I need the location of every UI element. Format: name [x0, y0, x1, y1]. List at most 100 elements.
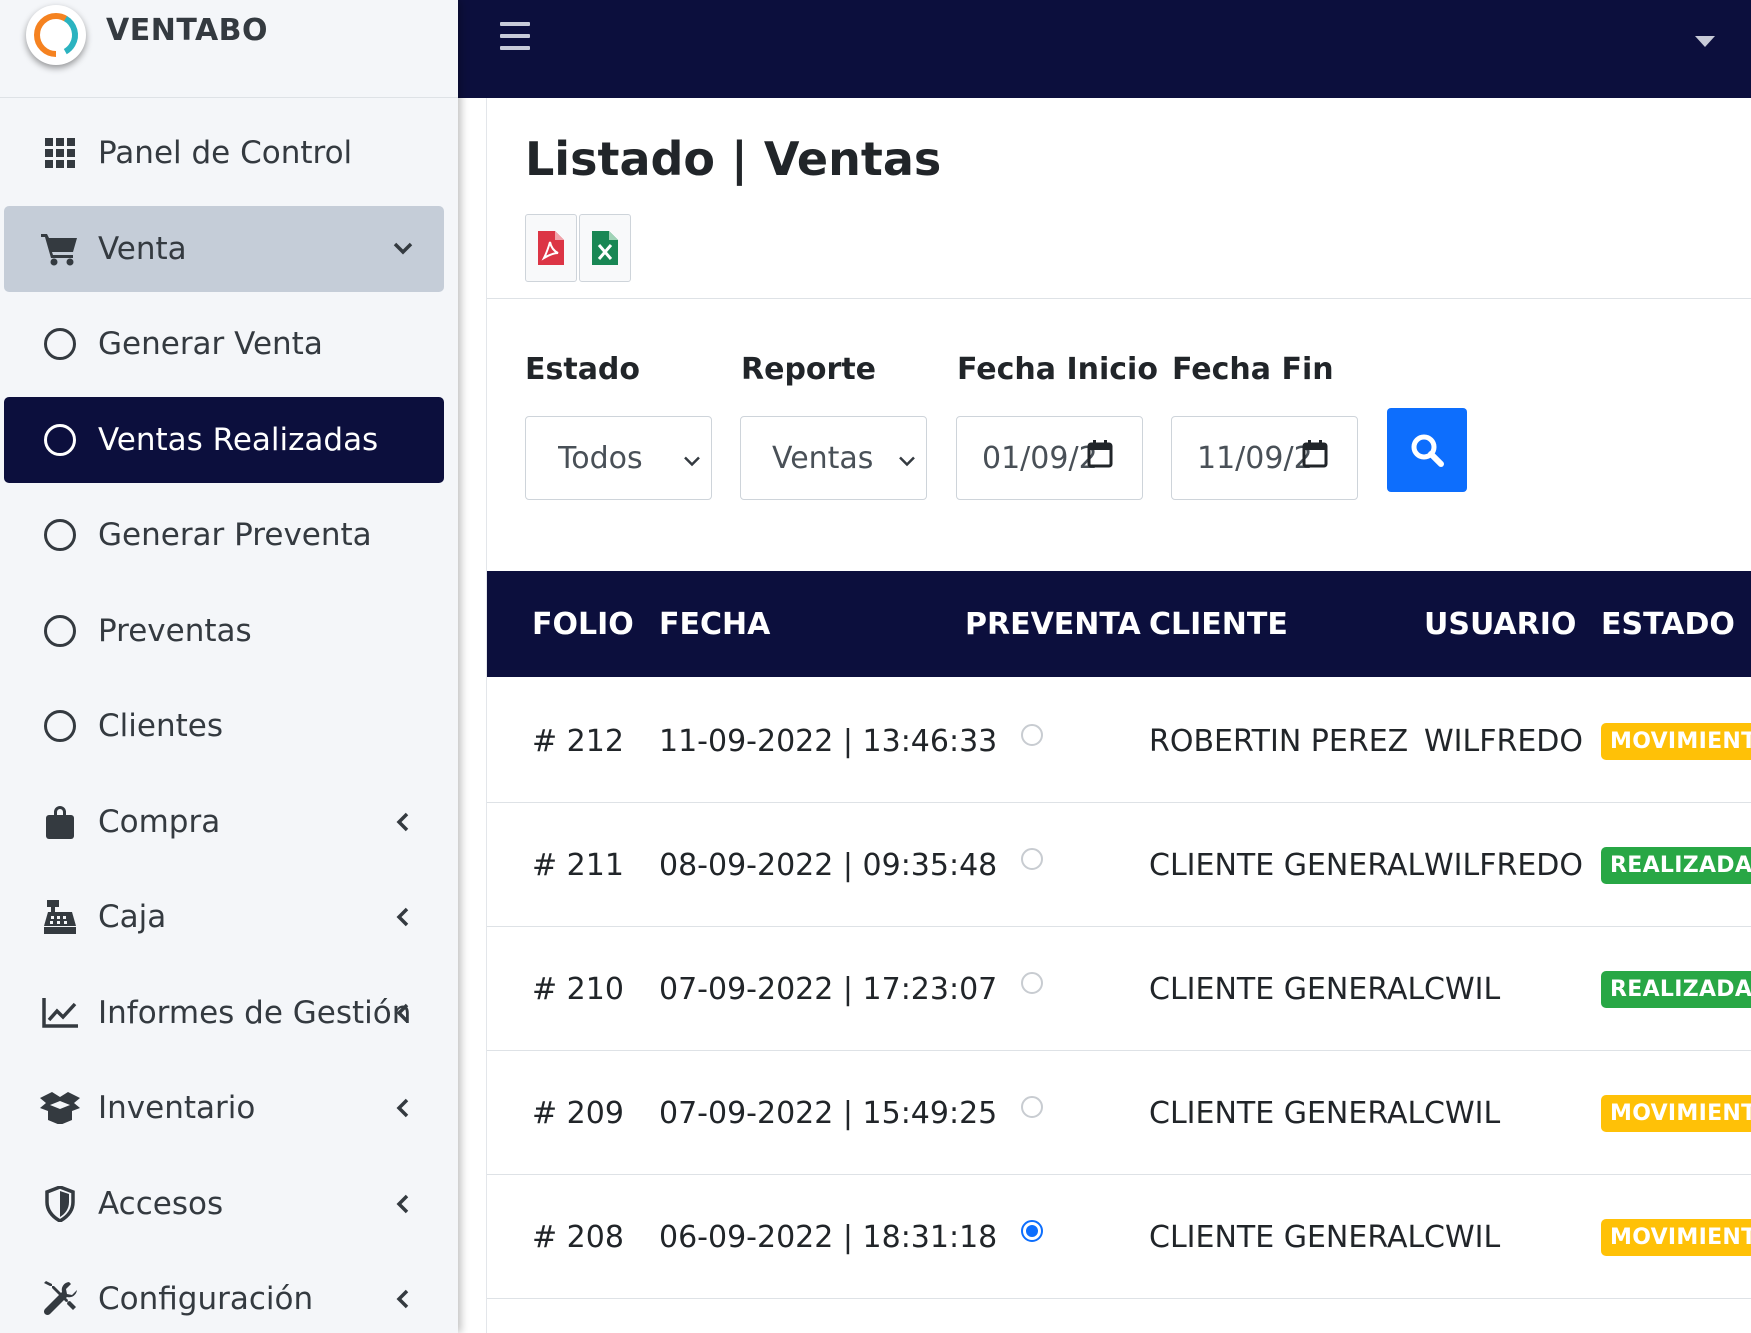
sidebar-item-label: Inventario	[98, 1090, 256, 1126]
cash-register-icon	[40, 897, 80, 937]
file-excel-icon	[592, 231, 618, 265]
chevron-left-icon[interactable]	[390, 809, 416, 835]
sidebar-item-label: Generar Venta	[98, 326, 323, 362]
status-badge: MOVIMIENTO	[1601, 1218, 1751, 1256]
sidebar-item-label: Generar Preventa	[98, 517, 372, 553]
sidebar-item-clientes[interactable]: Clientes	[4, 683, 444, 769]
preventa-radio[interactable]	[1021, 724, 1043, 746]
box-open-icon	[40, 1088, 80, 1128]
preventa-cell	[1021, 679, 1043, 803]
export-buttons	[525, 214, 633, 282]
preventa-radio[interactable]	[1021, 1096, 1043, 1118]
fecha-cell: 11-09-2022 | 13:46:33	[659, 723, 998, 759]
sidebar-item-ventas-realizadas[interactable]: Ventas Realizadas	[4, 396, 444, 483]
sidebar-item-inventario[interactable]: Inventario	[4, 1065, 444, 1151]
usuario-cell: CWIL	[1424, 971, 1501, 1007]
folio-cell: # 212	[532, 723, 624, 759]
status-badge: REALIZADA	[1601, 846, 1751, 884]
sidebar-item-venta[interactable]: Venta	[4, 205, 444, 292]
estado-cell: MOVIMIENTO	[1601, 1175, 1751, 1299]
sidebar-item-compra[interactable]: Compra	[4, 779, 444, 865]
sidebar-item-generar-preventa[interactable]: Generar Preventa	[4, 492, 444, 578]
preventa-radio[interactable]	[1021, 1220, 1043, 1242]
table-row[interactable]: # 211 08-09-2022 | 09:35:48 CLIENTE GENE…	[487, 803, 1751, 927]
chevron-left-icon[interactable]	[390, 1000, 416, 1026]
sidebar-item-generar-venta[interactable]: Generar Venta	[4, 301, 444, 387]
brand-logo	[26, 4, 86, 65]
fecha-cell: 06-09-2022 | 18:31:18	[659, 1219, 998, 1255]
fecha-cell: 07-09-2022 | 17:23:07	[659, 971, 998, 1007]
folio-cell: # 209	[532, 1095, 624, 1131]
shopping-bag-icon	[40, 802, 80, 842]
search-button[interactable]	[1387, 408, 1467, 492]
cliente-cell: CLIENTE GENERAL	[1149, 1095, 1425, 1131]
preventa-radio[interactable]	[1021, 848, 1043, 870]
export-pdf-button[interactable]	[525, 214, 577, 282]
sidebar-item-label: Venta	[98, 230, 187, 267]
column-header-preventa[interactable]: PREVENTA	[965, 571, 1141, 677]
table-row[interactable]: # 208 06-09-2022 | 18:31:18 CLIENTE GENE…	[487, 1175, 1751, 1299]
fecha-fin-input[interactable]: 11/09/2	[1171, 416, 1358, 500]
fecha-inicio-label: Fecha Inicio	[957, 352, 1158, 387]
sidebar-item-label: Compra	[98, 803, 221, 840]
calendar-icon[interactable]	[1087, 440, 1113, 476]
chevron-left-icon[interactable]	[390, 1286, 416, 1312]
fecha-fin-label: Fecha Fin	[1172, 352, 1334, 387]
chevron-left-icon[interactable]	[390, 1095, 416, 1121]
sidebar-menu: Panel de Control Venta Generar Venta Ven…	[4, 110, 444, 1333]
circle-icon	[40, 324, 80, 364]
grid-icon	[40, 133, 80, 173]
column-header-usuario[interactable]: USUARIO	[1424, 571, 1576, 677]
brand[interactable]: VENTABO	[0, 0, 458, 98]
user-dropdown-caret-icon[interactable]	[1695, 36, 1715, 47]
sidebar-item-label: Preventas	[98, 612, 252, 649]
sidebar-item-preventas[interactable]: Preventas	[4, 588, 444, 674]
cliente-cell: ROBERTIN PEREZ	[1149, 723, 1409, 759]
reporte-select[interactable]: Ventas p	[740, 416, 927, 500]
circle-icon	[40, 611, 80, 651]
header-divider	[487, 298, 1751, 299]
chevron-down-icon[interactable]	[390, 236, 416, 262]
sidebar-item-panel-de-control[interactable]: Panel de Control	[4, 110, 444, 196]
chevron-left-icon[interactable]	[390, 904, 416, 930]
table-row[interactable]: # 209 07-09-2022 | 15:49:25 CLIENTE GENE…	[487, 1051, 1751, 1175]
calendar-icon[interactable]	[1302, 440, 1328, 476]
fecha-fin-value: 11/09/2	[1197, 440, 1313, 476]
sidebar-item-informes-de-gestion[interactable]: Informes de Gestión	[4, 970, 444, 1056]
column-header-estado[interactable]: ESTADO	[1601, 571, 1735, 677]
table-row[interactable]: # 210 07-09-2022 | 17:23:07 CLIENTE GENE…	[487, 927, 1751, 1051]
fecha-cell: 08-09-2022 | 09:35:48	[659, 847, 998, 883]
estado-select[interactable]: Todos	[525, 416, 712, 500]
status-badge: REALIZADA	[1601, 970, 1751, 1008]
column-header-folio[interactable]: FOLIO	[532, 571, 634, 677]
chevron-left-icon[interactable]	[390, 1191, 416, 1217]
circle-icon	[40, 515, 80, 555]
fecha-inicio-input[interactable]: 01/09/2	[956, 416, 1143, 500]
sidebar-item-label: Caja	[98, 899, 167, 935]
usuario-cell: WILFREDO	[1424, 723, 1583, 759]
estado-cell: REALIZADA	[1601, 803, 1751, 927]
sidebar-item-configuracion[interactable]: Configuración	[4, 1256, 444, 1333]
shield-icon	[40, 1184, 80, 1224]
top-navbar	[458, 0, 1751, 98]
usuario-cell: CWIL	[1424, 1095, 1501, 1131]
sidebar-item-caja[interactable]: Caja	[4, 874, 444, 960]
estado-cell: REALIZADA	[1601, 927, 1751, 1051]
column-header-fecha[interactable]: FECHA	[659, 571, 770, 677]
usuario-cell: WILFREDO	[1424, 847, 1583, 883]
folio-cell: # 211	[532, 847, 624, 883]
folio-cell: # 210	[532, 971, 624, 1007]
sidebar-item-accesos[interactable]: Accesos	[4, 1161, 444, 1247]
export-excel-button[interactable]	[579, 214, 631, 282]
preventa-cell	[1021, 803, 1043, 927]
sidebar-item-label: Ventas Realizadas	[98, 421, 379, 458]
table-row[interactable]: # 212 11-09-2022 | 13:46:33 ROBERTIN PER…	[487, 679, 1751, 803]
preventa-radio[interactable]	[1021, 972, 1043, 994]
search-icon	[1411, 434, 1444, 467]
hamburger-menu-icon[interactable]	[500, 22, 530, 50]
column-header-cliente[interactable]: CLIENTE	[1149, 571, 1288, 677]
estado-label: Estado	[525, 352, 641, 387]
sidebar-item-label: Informes de Gestión	[98, 994, 412, 1031]
page-title: Listado | Ventas	[525, 132, 942, 186]
cliente-cell: CLIENTE GENERAL	[1149, 847, 1425, 883]
